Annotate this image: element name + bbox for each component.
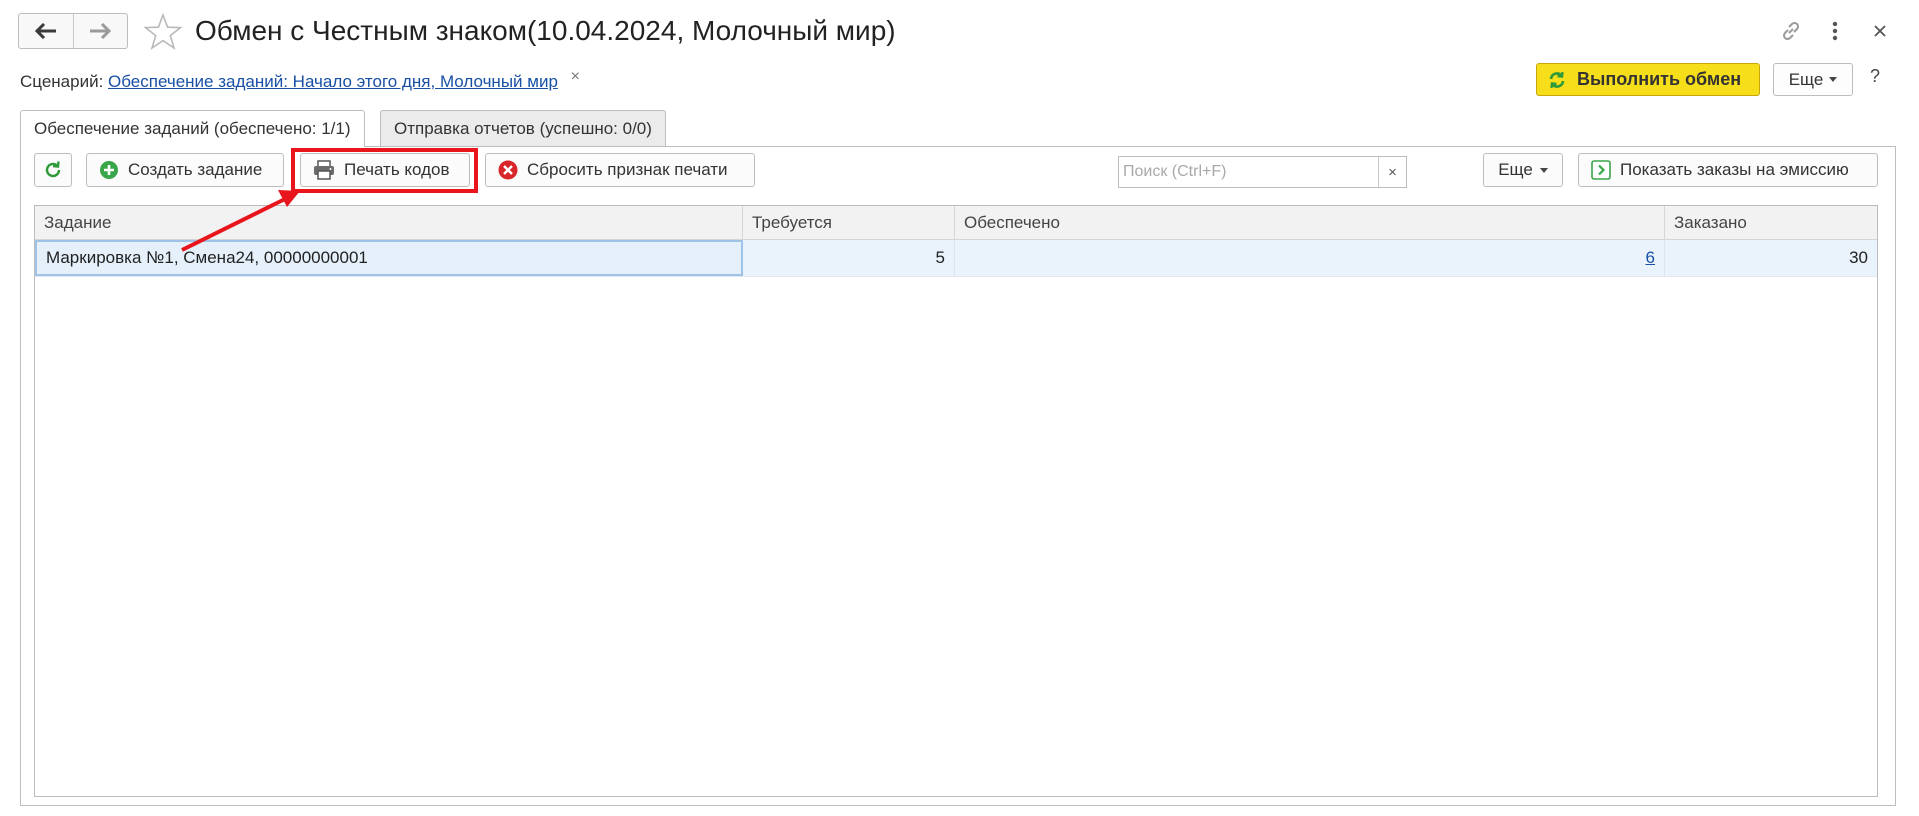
tasks-table: Задание Требуется Обеспечено Заказано Ма… — [34, 205, 1878, 797]
more-table-label: Еще — [1498, 160, 1533, 179]
search-box: × — [1118, 156, 1407, 188]
link-button[interactable] — [1776, 16, 1806, 46]
forward-arrow-icon — [90, 23, 112, 39]
create-task-label: Создать задание — [128, 160, 263, 179]
cell-task[interactable]: Маркировка №1, Смена24, 00000000001 — [35, 240, 743, 276]
scenario-label: Сценарий: — [20, 72, 104, 91]
dropdown-caret-icon — [1829, 77, 1838, 82]
star-icon — [143, 12, 183, 50]
error-circle-icon — [498, 160, 518, 180]
refresh-icon — [45, 161, 61, 178]
close-icon — [1874, 25, 1886, 37]
print-codes-highlight — [291, 148, 478, 193]
table-header: Задание Требуется Обеспечено Заказано — [35, 206, 1877, 240]
search-clear-button[interactable]: × — [1378, 157, 1406, 187]
back-button[interactable] — [19, 14, 73, 48]
reset-print-flag-button[interactable]: Сбросить признак печати — [485, 153, 755, 187]
kebab-menu-icon — [1832, 21, 1838, 41]
close-window-button[interactable] — [1865, 16, 1895, 46]
help-button[interactable]: ? — [1870, 66, 1880, 87]
create-task-button[interactable]: Создать задание — [86, 153, 284, 187]
cell-required[interactable]: 5 — [743, 240, 955, 276]
more-menu-label: Еще — [1788, 69, 1824, 89]
tab-label: Обеспечение заданий (обеспечено: 1/1) — [34, 119, 351, 138]
cell-ordered[interactable]: 30 — [1665, 240, 1877, 276]
page-title: Обмен с Честным знаком(10.04.2024, Молоч… — [195, 15, 896, 46]
tab-tasks-provision[interactable]: Обеспечение заданий (обеспечено: 1/1) — [20, 110, 365, 147]
show-emission-orders-button[interactable]: Показать заказы на эмиссию — [1578, 153, 1878, 187]
more-actions-button[interactable] — [1820, 16, 1850, 46]
tab-label: Отправка отчетов (успешно: 0/0) — [394, 118, 652, 138]
link-icon — [1782, 21, 1800, 41]
column-header-provided[interactable]: Обеспечено — [955, 206, 1665, 240]
table-row[interactable]: Маркировка №1, Смена24, 00000000001 5 6 … — [35, 240, 1877, 277]
cell-provided[interactable]: 6 — [955, 240, 1665, 276]
refresh-button[interactable] — [34, 153, 72, 187]
column-header-required[interactable]: Требуется — [743, 206, 955, 240]
run-exchange-label: Выполнить обмен — [1577, 69, 1742, 89]
plus-circle-icon — [100, 161, 118, 179]
more-menu-button[interactable]: Еще — [1773, 63, 1853, 96]
exchange-window: Обмен с Честным знаком(10.04.2024, Молоч… — [0, 0, 1919, 816]
column-header-task[interactable]: Задание — [35, 206, 743, 240]
scenario-clear-button[interactable]: × — [571, 68, 580, 85]
run-exchange-button[interactable]: Выполнить обмен — [1536, 63, 1760, 96]
nav-buttons — [18, 13, 128, 49]
reset-print-flag-label: Сбросить признак печати — [527, 160, 728, 179]
tab-reports-sending[interactable]: Отправка отчетов (успешно: 0/0) — [380, 110, 666, 146]
back-arrow-icon — [34, 23, 56, 39]
search-input[interactable] — [1119, 157, 1378, 187]
more-table-button[interactable]: Еще — [1483, 153, 1563, 187]
show-emission-orders-label: Показать заказы на эмиссию — [1620, 160, 1849, 179]
chevron-right-icon — [1591, 160, 1611, 180]
column-header-ordered[interactable]: Заказано — [1665, 206, 1877, 240]
provided-link[interactable]: 6 — [1646, 248, 1655, 268]
sync-icon — [1549, 71, 1565, 88]
forward-button[interactable] — [72, 14, 128, 48]
dropdown-caret-icon — [1539, 167, 1548, 173]
scenario-link[interactable]: Обеспечение заданий: Начало этого дня, М… — [108, 72, 558, 91]
scenario-line: Сценарий: Обеспечение заданий: Начало эт… — [20, 68, 580, 92]
favorite-star-button[interactable] — [143, 12, 183, 52]
